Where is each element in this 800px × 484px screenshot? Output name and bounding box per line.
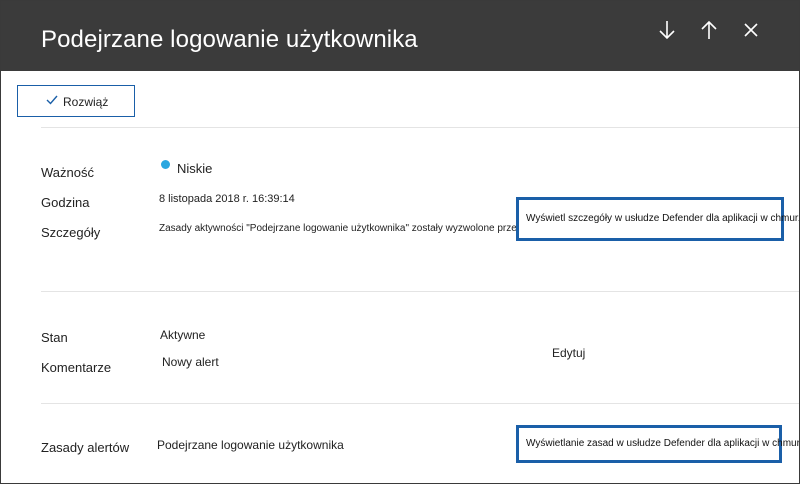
resolve-button-label: Rozwiąż — [63, 95, 109, 109]
severity-value: Niskie — [177, 161, 213, 176]
divider — [41, 127, 799, 128]
state-value: Aktywne — [160, 328, 206, 342]
next-alert-button[interactable] — [654, 17, 680, 43]
alert-policy-label: Zasady alertów — [41, 440, 130, 455]
close-icon — [744, 23, 758, 37]
previous-alert-button[interactable] — [696, 17, 722, 43]
time-value: 8 listopada 2018 r. 16:39:14 — [159, 193, 295, 205]
severity-label: Ważność — [41, 165, 94, 180]
state-label: Stan — [41, 330, 68, 345]
divider — [41, 403, 799, 404]
arrow-down-icon — [659, 21, 675, 40]
alert-panel: Podejrzane logowanie użytkownika Rozwiąż… — [0, 0, 800, 484]
checkmark-icon — [46, 95, 58, 105]
time-label: Godzina — [41, 195, 90, 210]
panel-title: Podejrzane logowanie użytkownika — [41, 26, 418, 53]
view-policy-link-text: Wyświetlanie zasad w usłudze Defender dl… — [526, 438, 800, 449]
comments-value: Nowy alert — [162, 355, 219, 369]
arrow-up-icon — [701, 20, 717, 39]
severity-status-dot — [161, 160, 170, 169]
close-button[interactable] — [738, 17, 764, 43]
resolve-button[interactable]: Rozwiąż — [17, 85, 135, 117]
alert-policy-value: Podejrzane logowanie użytkownika — [157, 438, 344, 452]
edit-button[interactable]: Edytuj — [552, 346, 585, 360]
panel-header: Podejrzane logowanie użytkownika — [1, 1, 799, 71]
details-value: Zasady aktywności "Podejrzane logowanie … — [159, 223, 522, 234]
details-label: Szczegóły — [41, 225, 101, 240]
divider — [41, 291, 799, 292]
view-details-in-defender-link[interactable]: Wyświetl szczegóły w usłudze Defender dl… — [516, 197, 799, 241]
comments-label: Komentarze — [41, 360, 112, 375]
view-details-link-text: Wyświetl szczegóły w usłudze Defender dl… — [526, 213, 800, 224]
view-policy-in-defender-link[interactable]: Wyświetlanie zasad w usłudze Defender dl… — [516, 425, 799, 463]
